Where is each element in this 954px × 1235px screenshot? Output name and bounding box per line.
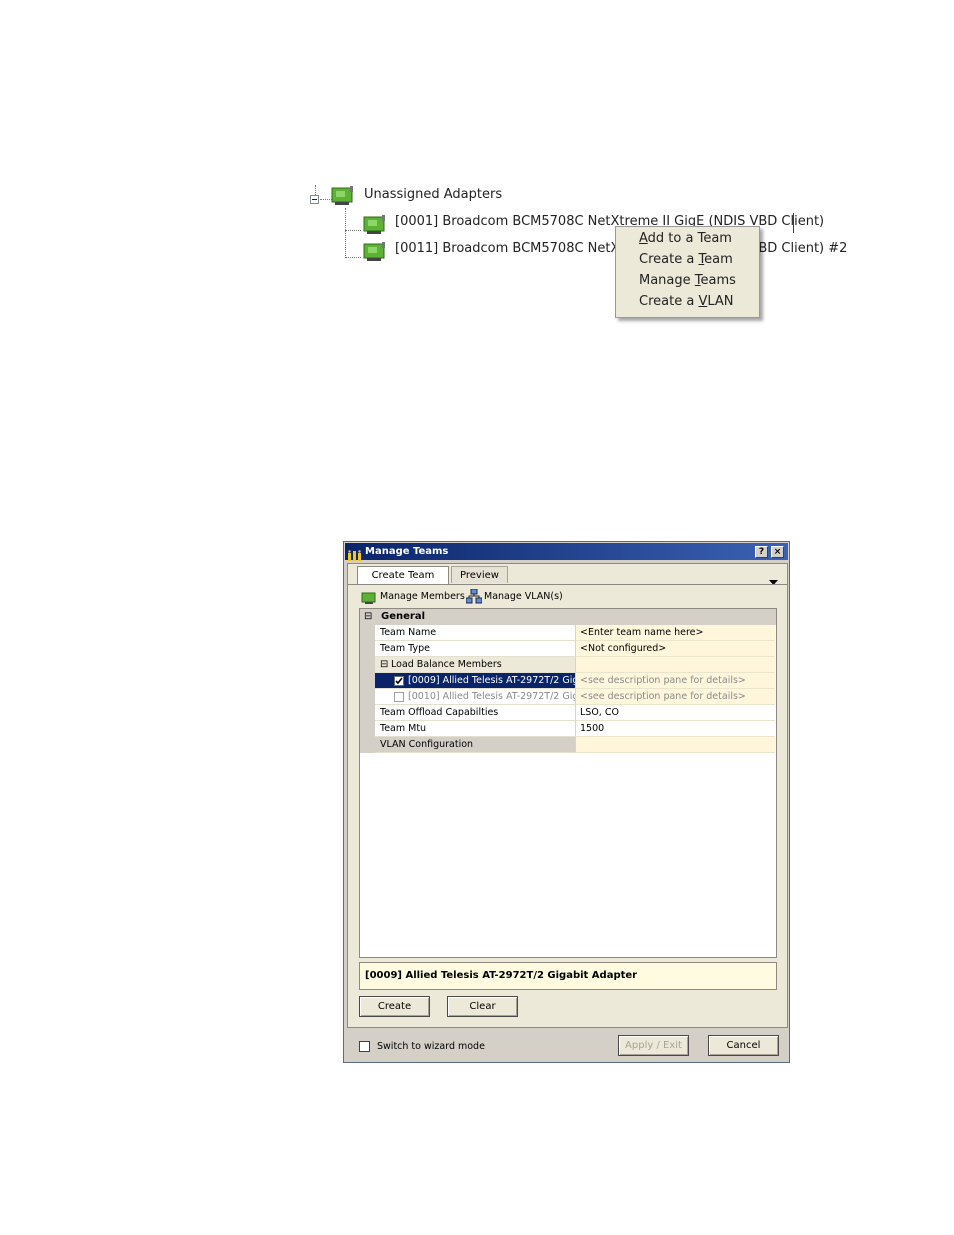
row-gutter: [360, 737, 375, 753]
wizard-mode-label[interactable]: Switch to wizard mode: [377, 1041, 485, 1052]
description-pane: [0009] Allied Telesis AT-2972T/2 Gigabit…: [359, 962, 777, 990]
row-gutter: [360, 721, 375, 737]
member-description: <see description pane for details>: [576, 689, 775, 705]
apply-exit-button[interactable]: Apply / Exit: [618, 1035, 689, 1056]
property-name: VLAN Configuration: [375, 737, 576, 753]
property-row-mtu[interactable]: Team Mtu 1500: [360, 721, 775, 737]
subgroup-collapse-icon[interactable]: ⊟: [380, 657, 388, 672]
row-gutter: [360, 689, 375, 705]
team-name-field[interactable]: <Enter team name here>: [576, 625, 775, 641]
section-header-general[interactable]: ⊟ General: [360, 609, 776, 625]
property-row-offload[interactable]: Team Offload Capabilties LSO, CO: [360, 705, 775, 721]
row-gutter: [360, 673, 375, 689]
property-name: Team Mtu: [375, 721, 576, 737]
member-description: <see description pane for details>: [576, 673, 775, 689]
tab-panel: Create Team Preview Manage Members Manag…: [347, 563, 788, 1028]
network-vlan-icon[interactable]: [465, 588, 483, 608]
tab-preview[interactable]: Preview: [451, 566, 508, 583]
adapter-icon: [362, 215, 386, 239]
property-value: [576, 657, 775, 673]
cancel-button[interactable]: Cancel: [708, 1035, 779, 1056]
wizard-mode-checkbox[interactable]: [359, 1041, 370, 1052]
menu-item-create-team[interactable]: Create a Team: [639, 252, 733, 267]
property-name: Team Type: [375, 641, 576, 657]
offload-value: LSO, CO: [576, 705, 775, 721]
clear-button[interactable]: Clear: [447, 996, 518, 1017]
tree-line: [345, 230, 361, 231]
property-row-vlan-configuration[interactable]: VLAN Configuration: [360, 737, 775, 753]
property-value: [576, 737, 775, 753]
adapter-icon: [362, 242, 386, 266]
section-title: General: [381, 611, 425, 622]
property-name: Team Name: [375, 625, 576, 641]
member-checkbox-checked[interactable]: [394, 676, 404, 686]
member-row-0010[interactable]: [0010] Allied Telesis AT-2972T/2 Gigabit…: [360, 689, 775, 705]
row-gutter: [360, 641, 375, 657]
tree-line: [345, 208, 346, 258]
help-button[interactable]: ?: [755, 546, 768, 558]
tree-line: [345, 257, 361, 258]
tree-root-label[interactable]: Unassigned Adapters: [364, 187, 502, 203]
team-type-field[interactable]: <Not configured>: [576, 641, 775, 657]
manage-vlans-button[interactable]: Manage VLAN(s): [484, 591, 563, 602]
collapse-toggle-icon[interactable]: [310, 195, 319, 204]
row-gutter: [360, 705, 375, 721]
property-name: Team Offload Capabilties: [375, 705, 576, 721]
focus-caret: [793, 213, 794, 233]
menu-item-add-to-team[interactable]: Add to a Team: [639, 231, 732, 246]
menu-item-create-vlan[interactable]: Create a VLAN: [639, 294, 734, 309]
property-row-load-balance-members[interactable]: Load Balance Members ⊟: [360, 657, 775, 673]
property-row-team-name[interactable]: Team Name <Enter team name here>: [360, 625, 775, 641]
tab-create-team[interactable]: Create Team: [357, 566, 449, 584]
dialog-title: Manage Teams: [365, 546, 449, 557]
adapter-group-icon: [330, 186, 354, 210]
title-bar: Manage Teams ? ×: [345, 543, 788, 561]
member-adapter-name: [0009] Allied Telesis AT-2972T/2 Gigabit…: [375, 673, 576, 689]
tab-divider: [348, 584, 787, 585]
member-row-0009[interactable]: [0009] Allied Telesis AT-2972T/2 Gigabit…: [360, 673, 775, 689]
create-button[interactable]: Create: [359, 996, 430, 1017]
dropdown-arrow-icon[interactable]: [769, 571, 778, 590]
manage-teams-dialog: Manage Teams ? × Create Team Preview Man…: [343, 541, 790, 1063]
manage-members-icon[interactable]: [361, 590, 376, 609]
section-collapse-icon[interactable]: ⊟: [364, 609, 372, 625]
close-button[interactable]: ×: [771, 546, 784, 558]
context-menu: Add to a Team Create a Team Manage Teams…: [615, 226, 760, 318]
manage-members-button[interactable]: Manage Members: [380, 591, 465, 602]
mtu-field[interactable]: 1500: [576, 721, 775, 737]
row-gutter: [360, 625, 375, 641]
property-grid: ⊟ General Team Name <Enter team name her…: [359, 608, 777, 958]
menu-item-manage-teams[interactable]: Manage Teams: [639, 273, 736, 288]
tree-line: [315, 185, 316, 195]
member-checkbox[interactable]: [394, 692, 404, 702]
member-adapter-name: [0010] Allied Telesis AT-2972T/2 Gigabit…: [375, 689, 576, 705]
property-row-team-type[interactable]: Team Type <Not configured>: [360, 641, 775, 657]
row-gutter: [360, 657, 375, 673]
property-name: Load Balance Members: [375, 657, 576, 673]
